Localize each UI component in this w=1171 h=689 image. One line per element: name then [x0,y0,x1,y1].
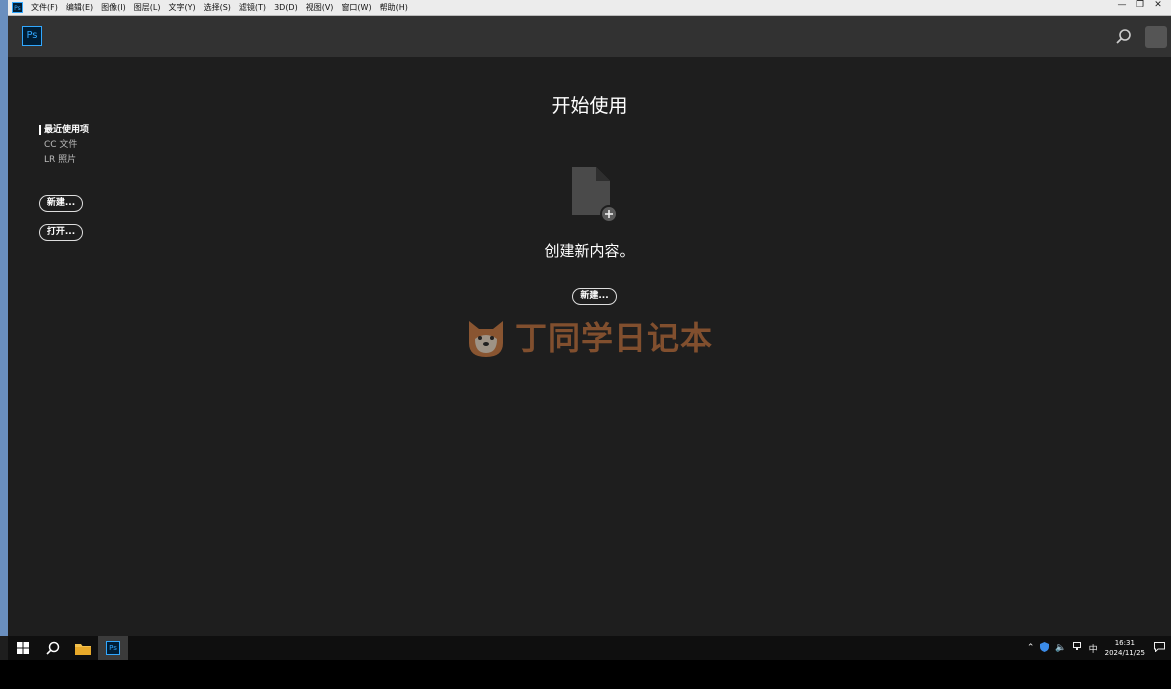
menu-image[interactable]: 图像(I) [101,2,126,13]
sidebar-item-cc-files[interactable]: CC 文件 [39,140,89,150]
page-title: 开始使用 [551,95,628,117]
menu-help[interactable]: 帮助(H) [380,2,408,13]
watermark-text: 丁同学日记本 [515,319,714,357]
network-icon[interactable] [1072,642,1083,654]
menu-view[interactable]: 视图(V) [306,2,334,13]
minimize-icon[interactable]: — [1113,0,1131,10]
sidebar-item-recent[interactable]: 最近使用项 [39,125,89,135]
menu-type[interactable]: 文字(Y) [168,2,195,13]
app-header: Ps [8,16,1171,58]
clock-time: 16:31 [1114,639,1135,647]
file-explorer-icon[interactable] [68,636,98,660]
restore-icon[interactable]: ❐ [1131,0,1149,10]
menu-layer[interactable]: 图层(L) [134,2,161,13]
new-file-icon [570,165,620,229]
chevron-up-icon[interactable]: ⌃ [1027,643,1035,653]
home-screen: 最近使用项 CC 文件 LR 照片 新建... 打开... 开始使用 创建新内容… [8,57,1171,636]
shield-icon[interactable] [1040,641,1050,655]
sidebar: 最近使用项 CC 文件 LR 照片 [39,125,89,170]
ime-indicator[interactable]: 中 [1089,642,1098,655]
ps-taskbar-label: Ps [106,641,120,655]
sidebar-item-lr-photos[interactable]: LR 照片 [39,155,89,165]
main-new-button[interactable]: 新建... [572,288,617,305]
shiba-logo-icon [469,321,503,357]
menu-select[interactable]: 选择(S) [204,2,231,13]
screen-bottom-bar [0,660,1171,689]
menu-file[interactable]: 文件(F) [31,2,58,13]
notification-icon[interactable] [1154,641,1165,655]
start-button[interactable] [8,636,38,660]
create-new-text: 创建新内容。 [544,242,635,260]
menu-bar: Ps 文件(F) 编辑(E) 图像(I) 图层(L) 文字(Y) 选择(S) 滤… [8,0,1171,16]
windows-logo-icon [17,642,29,654]
close-icon[interactable]: ✕ [1149,0,1167,10]
sidebar-open-button[interactable]: 打开... [39,224,83,241]
menu-filter[interactable]: 滤镜(T) [239,2,266,13]
system-tray: ⌃ 🔈 中 16:31 2024/11/25 [1024,636,1171,660]
desktop-edge [0,0,8,636]
taskbar-photoshop-icon[interactable]: Ps [98,636,128,660]
avatar[interactable] [1145,26,1167,48]
clock[interactable]: 16:31 2024/11/25 [1105,638,1145,658]
clock-date: 2024/11/25 [1104,649,1145,657]
menu-3d[interactable]: 3D(D) [274,3,298,12]
taskbar: Ps ⌃ 🔈 中 16:31 2024/11/25 [8,636,1171,660]
search-icon[interactable] [1115,28,1133,46]
volume-icon[interactable]: 🔈 [1055,643,1066,653]
watermark: 丁同学日记本 [463,313,713,359]
ps-logo-icon[interactable]: Ps [22,26,42,46]
sidebar-new-button[interactable]: 新建... [39,195,83,212]
taskbar-search-icon[interactable] [38,636,68,660]
menu-window[interactable]: 窗口(W) [341,2,371,13]
ps-app-icon: Ps [12,2,23,13]
menu-edit[interactable]: 编辑(E) [66,2,93,13]
